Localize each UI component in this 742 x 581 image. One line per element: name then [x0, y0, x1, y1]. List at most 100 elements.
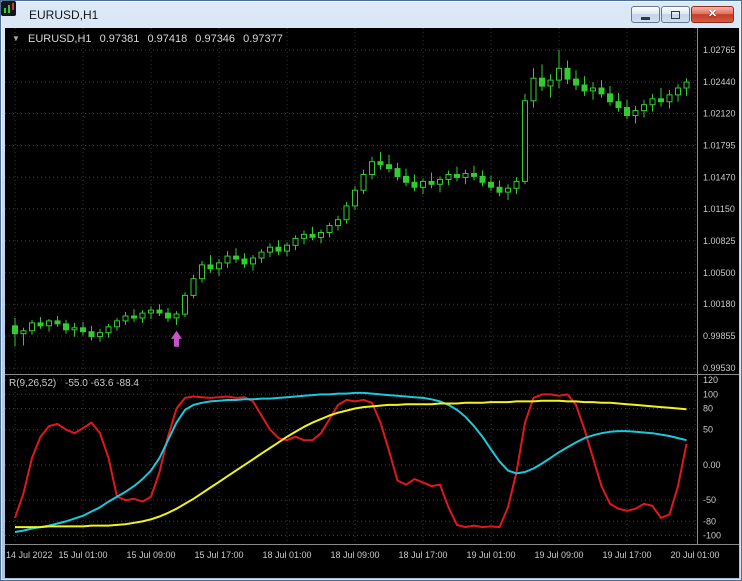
candle-body — [216, 262, 222, 270]
buy-arrow-icon — [171, 330, 182, 347]
low-value: 0.97346 — [195, 33, 236, 45]
candle-body — [377, 161, 384, 166]
candle-body — [54, 320, 61, 325]
close-button[interactable]: ✕ — [691, 6, 734, 23]
candle-body — [318, 232, 324, 238]
candle-body — [386, 164, 392, 170]
candle-body — [615, 101, 622, 109]
oscillator-line-slow — [15, 399, 687, 529]
candle-body — [250, 257, 256, 265]
chart-info-line: ▼ EURUSD,H1 0.97381 0.97418 0.97346 0.97… — [12, 33, 288, 45]
window-controls: ✕ — [631, 6, 734, 23]
pane-resize-handle[interactable] — [5, 372, 739, 377]
candle-body — [479, 175, 486, 183]
candle-body — [284, 244, 290, 252]
candle-body — [573, 78, 579, 86]
app-icon — [1, 1, 23, 22]
candle-body — [666, 94, 673, 103]
indicator-label: R(9,26,52) -55.0 -63.6 -88.4 — [9, 378, 145, 389]
candle-body — [258, 251, 265, 259]
grid — [5, 28, 697, 544]
candle-body — [437, 178, 443, 185]
candle-body — [454, 174, 460, 178]
candle-body — [63, 323, 69, 331]
candle-body — [182, 294, 188, 315]
candle-body — [131, 315, 137, 319]
candle-body — [37, 322, 44, 327]
indicator-values: -55.0 -63.6 -88.4 — [65, 378, 139, 389]
candle-body — [199, 264, 205, 280]
candle-body — [309, 233, 316, 238]
candle-body — [343, 205, 350, 221]
candle-body — [173, 313, 180, 319]
candle-body — [658, 98, 664, 103]
candle-body — [156, 309, 163, 314]
candle-body — [556, 67, 562, 81]
candle-body — [241, 258, 248, 265]
candle-body — [445, 174, 452, 180]
candle-body — [139, 312, 146, 319]
candle-body — [224, 255, 231, 264]
candle-body — [46, 320, 52, 327]
close-icon: ✕ — [707, 8, 718, 20]
candle-body — [488, 181, 494, 188]
candle-body — [675, 87, 681, 96]
candle-body — [105, 326, 112, 334]
candle-body — [335, 219, 341, 227]
candle-body — [547, 79, 554, 87]
title-bar[interactable]: EURUSD,H1 — [1, 1, 741, 28]
candle-body — [581, 84, 588, 92]
candle-body — [207, 264, 214, 270]
candle-body — [505, 187, 511, 193]
candle-body — [352, 189, 358, 207]
open-value: 0.97381 — [99, 33, 140, 45]
candle-body — [624, 107, 630, 116]
chart-client-area: 1.02765 1.02440 1.02120 1.01795 1.01470 1.011… — [5, 28, 739, 578]
candle-body — [20, 330, 27, 335]
candle-body — [369, 161, 375, 175]
candle-body — [522, 100, 528, 182]
time-scale[interactable] — [5, 545, 739, 578]
candle-body — [267, 246, 273, 253]
candle-body — [590, 87, 596, 92]
candle-body — [12, 325, 18, 335]
candle-body — [71, 327, 78, 331]
candle-body — [165, 312, 171, 319]
candle-body — [607, 93, 613, 103]
candle-body — [403, 175, 409, 183]
candle-body — [97, 332, 103, 338]
candle-body — [513, 180, 520, 189]
window-title: EURUSD,H1 — [29, 7, 99, 22]
candle-body — [301, 233, 307, 239]
candle-body — [114, 320, 120, 328]
candle-body — [148, 309, 154, 314]
maximize-button[interactable] — [661, 6, 690, 23]
pane-separators — [5, 28, 739, 545]
candle-body — [394, 168, 401, 178]
maximize-icon — [671, 10, 680, 19]
candle-body — [275, 246, 282, 252]
candle-body — [88, 331, 95, 338]
chart-window: EURUSD,H1 ✕ 1.02765 1.02440 1.02120 1.01795… — [0, 0, 742, 581]
candle-body — [80, 327, 86, 333]
candle-body — [641, 104, 647, 112]
candle-body — [632, 110, 639, 116]
symbol-label: EURUSD,H1 — [27, 33, 92, 45]
candle-body — [564, 67, 571, 80]
indicator-name: R(9,26,52) — [9, 378, 57, 389]
candles — [12, 49, 690, 347]
candle-body — [420, 180, 426, 188]
candle-body — [539, 77, 545, 87]
minimize-button[interactable] — [631, 6, 660, 23]
symbol-marker-icon[interactable]: ▼ — [12, 34, 20, 43]
chart-canvas[interactable]: 1.027651.024401.021201.017951.014701.011… — [5, 28, 739, 578]
candle-body — [471, 173, 477, 177]
candle-body — [122, 315, 129, 322]
high-value: 0.97418 — [147, 33, 188, 45]
candle-body — [496, 186, 503, 193]
candle-body — [411, 181, 418, 188]
candle-body — [360, 174, 367, 191]
candle-body — [649, 98, 656, 106]
candle-body — [292, 237, 299, 246]
price-scale[interactable] — [698, 28, 739, 544]
